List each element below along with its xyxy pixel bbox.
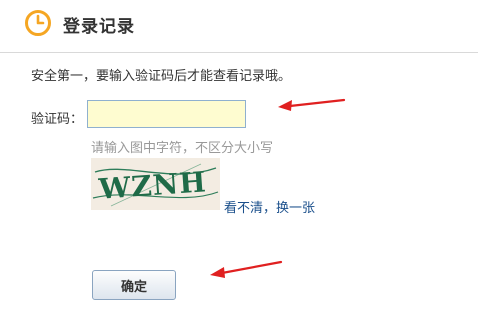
arrow-to-confirm-button (210, 260, 283, 278)
captcha-text: WZNH (97, 165, 208, 206)
captcha-input[interactable] (87, 100, 246, 128)
refresh-captcha-links: 看不清，换一张 (224, 197, 315, 216)
arrow-to-captcha-input (278, 98, 346, 111)
clock-icon (24, 9, 52, 37)
captcha-image[interactable]: WZNH (91, 158, 220, 210)
page-header: 登录记录 (0, 0, 478, 53)
page-title: 登录记录 (63, 17, 135, 37)
link-separator: ， (263, 201, 277, 216)
confirm-button[interactable]: 确定 (92, 270, 176, 300)
security-notice: 安全第一，要输入验证码后才能查看记录哦。 (31, 69, 292, 84)
captcha-label: 验证码： (31, 112, 84, 127)
captcha-hint: 请输入图中字符，不区分大小写 (91, 141, 274, 156)
change-captcha-link[interactable]: 换一张 (276, 201, 315, 216)
unclear-link[interactable]: 看不清 (224, 201, 263, 216)
